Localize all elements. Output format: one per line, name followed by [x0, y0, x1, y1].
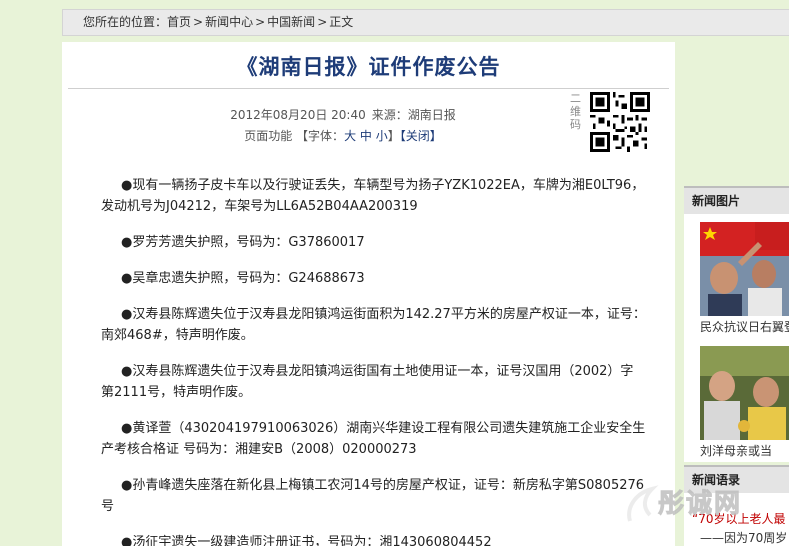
quote-subtext: ——因为70周岁: [700, 531, 788, 545]
notice-item: ●孙青峰遗失座落在新化县上梅镇工农河14号的房屋产权证，证号：新房私字第S080…: [101, 478, 645, 514]
breadcrumb-separator: >: [193, 15, 204, 29]
article-meta: 2012年08月20日 20:40 来源：湖南日报: [62, 106, 624, 123]
title-divider: [68, 88, 669, 89]
breadcrumb-separator: >: [317, 15, 328, 29]
notice-list: ●现有一辆扬子皮卡车以及行驶证丢失，车辆型号为扬子YZK1022EA，车牌为湘E…: [101, 175, 646, 546]
breadcrumb: 您所在的位置：首页 > 新闻中心 > 中国新闻 > 正文: [62, 9, 789, 36]
font-label-end: 】: [387, 129, 400, 143]
font-size-large-link[interactable]: 大: [344, 129, 356, 143]
breadcrumb-prefix: 您所在的位置：: [83, 15, 168, 29]
article-title: 《湖南日报》证件作废公告: [236, 55, 501, 79]
article-panel: 《湖南日报》证件作废公告 2012年08月20日 20:40 来源：湖南日报 页面…: [62, 42, 675, 546]
article-source: 来源：湖南日报: [371, 108, 456, 122]
news-photo-liuyang-mother[interactable]: [700, 346, 789, 440]
notice-item: ●黄译萱（430204197910063026）湖南兴华建设工程有限公司遗失建筑…: [101, 421, 646, 457]
qr-code-label: 二维码: [570, 92, 581, 131]
breadcrumb-news-center[interactable]: 新闻中心: [205, 15, 253, 29]
notice-item: ●汉寿县陈辉遗失位于汉寿县龙阳镇鸿运街国有土地使用证一本，证号汉国用（2002）…: [101, 364, 634, 400]
site-watermark-logo: 彤诚网: [622, 479, 772, 529]
photo1-caption[interactable]: 民众抗议日右翼登: [700, 318, 789, 335]
notice-item: ●汤征宇遗失一级建造师注册证书，号码为：湘143060804452: [121, 535, 492, 546]
functions-label: 页面功能: [244, 129, 293, 143]
font-label: 【字体：: [296, 129, 345, 143]
breadcrumb-separator: >: [255, 15, 266, 29]
notice-item: ●罗芳芳遗失护照，号码为：G37860017: [121, 235, 365, 250]
notice-item: ●吴章忠遗失护照，号码为：G24688673: [121, 271, 365, 286]
news-photos-panel: 民众抗议日右翼登 刘洋母亲或当: [684, 214, 789, 462]
protest-photo-image: [700, 222, 789, 316]
photo2-caption[interactable]: 刘洋母亲或当: [700, 442, 772, 459]
breadcrumb-home[interactable]: 首页: [167, 15, 191, 29]
notice-item: ●汉寿县陈辉遗失位于汉寿县龙阳镇鸿运街面积为142.27平方米的房屋产权证一本，…: [101, 307, 646, 343]
breadcrumb-china-news[interactable]: 中国新闻: [267, 15, 315, 29]
watermark-text: 彤诚网: [657, 489, 743, 520]
notice-item: ●现有一辆扬子皮卡车以及行驶证丢失，车辆型号为扬子YZK1022EA，车牌为湘E…: [101, 178, 645, 214]
breadcrumb-current: 正文: [329, 15, 354, 29]
page-functions: 页面功能 【字体：大 中 小】【关闭】: [62, 127, 624, 144]
liuyang-mother-photo-image: [700, 346, 789, 440]
news-photos-title: 新闻图片: [684, 186, 789, 214]
close-link[interactable]: 【关闭】: [400, 129, 442, 143]
font-size-medium-link[interactable]: 中: [360, 129, 372, 143]
article-datetime: 2012年08月20日 20:40: [230, 108, 366, 122]
news-photo-protest[interactable]: [700, 222, 789, 316]
font-size-small-link[interactable]: 小: [376, 129, 388, 143]
qr-code-icon: [590, 92, 650, 152]
